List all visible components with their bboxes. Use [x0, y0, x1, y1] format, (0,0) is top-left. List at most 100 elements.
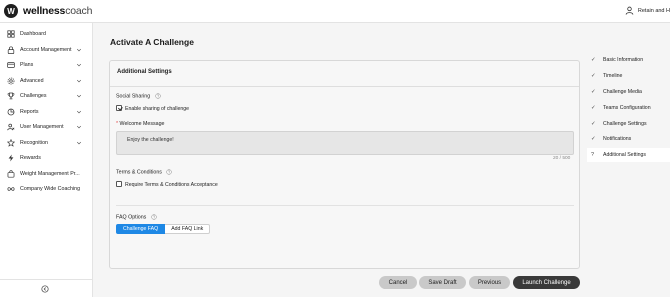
step-additional-settings[interactable]: ? Additional Settings [587, 147, 670, 162]
logo-text-bold: wellness [23, 5, 66, 17]
sidebar-item-label: Weight Management Pr... [20, 170, 80, 177]
check-icon: ✓ [591, 104, 596, 111]
step-basic-information[interactable]: ✓ Basic Information [587, 53, 670, 67]
step-teams-configuration[interactable]: ✓ Teams Configuration [587, 101, 670, 115]
sidebar-item-challenges[interactable]: Challenges [0, 89, 92, 103]
chevron-down-icon [76, 125, 82, 129]
info-icon[interactable] [155, 93, 161, 99]
sidebar-item-label: Plans [20, 62, 34, 68]
add-faq-link-option[interactable]: Add FAQ Link [165, 224, 211, 234]
character-counter: 20 / 500 [553, 156, 571, 161]
enable-sharing-label: Enable sharing of challenge [125, 105, 190, 112]
sidebar-item-recognition[interactable]: Recognition [0, 136, 92, 150]
step-label: Additional Settings [603, 151, 646, 158]
bag-icon [7, 169, 15, 178]
sidebar-item-rewards[interactable]: Rewards [0, 151, 92, 165]
terms-label: Terms & Conditions [116, 169, 173, 176]
chevron-down-icon [76, 141, 82, 144]
sidebar-item-label: Account Management [20, 46, 72, 53]
gear-icon [7, 77, 15, 84]
sidebar-item-advanced[interactable]: Advanced [0, 74, 92, 88]
challenge-faq-option[interactable]: Challenge FAQ [116, 224, 166, 234]
user-name: Retain and H [637, 7, 670, 14]
check-icon: ✓ [591, 73, 596, 79]
chart-icon [7, 108, 15, 115]
check-icon: ✓ [591, 57, 596, 63]
step-label: Basic Information [603, 57, 644, 63]
sidebar-footer [0, 279, 92, 297]
step-timeline[interactable]: ✓ Timeline [587, 69, 670, 83]
info-icon[interactable] [166, 169, 173, 175]
faq-options-label: FAQ Options [116, 214, 157, 220]
brand-logo[interactable]: W wellnesscoach [4, 4, 92, 18]
check-icon: ✓ [591, 89, 596, 95]
trophy-icon [7, 92, 15, 100]
sidebar-item-label: Reports [20, 108, 39, 115]
sidebar-item-label: Recognition [20, 139, 48, 146]
sidebar-item-user-management[interactable]: User Management [0, 120, 92, 134]
save-draft-button[interactable]: Save Draft [419, 276, 466, 289]
sidebar-item-label: Advanced [20, 77, 44, 84]
sidebar-item-label: Rewards [20, 155, 41, 161]
collapse-sidebar-icon[interactable] [41, 285, 49, 293]
logo-text-light: coach [65, 5, 93, 17]
star-icon [7, 138, 15, 147]
logo-text: wellnesscoach [23, 5, 92, 17]
enable-sharing-checkbox[interactable] [116, 105, 122, 111]
welcome-message-label-text: Welcome Message [119, 121, 165, 127]
step-label: Teams Configuration [603, 104, 651, 111]
faq-options-toggle: Challenge FAQ Add FAQ Link [116, 224, 211, 234]
step-challenge-media[interactable]: ✓ Challenge Media [587, 85, 670, 99]
logo-mark: W [4, 4, 18, 18]
sidebar: Dashboard Account Management Plans Advan… [0, 23, 93, 297]
social-sharing-label: Social Sharing [116, 93, 161, 99]
welcome-message-textarea[interactable]: Enjoy the challenge! [116, 131, 574, 155]
section-divider [116, 205, 574, 206]
user-menu[interactable]: Retain and H [625, 6, 670, 15]
sidebar-item-label: User Management [20, 124, 64, 130]
sidebar-item-weight-management[interactable]: Weight Management Pr... [0, 167, 92, 181]
question-icon: ? [591, 151, 595, 158]
sidebar-item-label: Company Wide Coaching [20, 186, 81, 192]
step-challenge-settings[interactable]: ✓ Challenge Settings [587, 117, 670, 131]
step-label: Notifications [603, 136, 632, 142]
info-icon[interactable] [151, 214, 157, 220]
chevron-down-icon [76, 110, 82, 113]
welcome-message-label: * Welcome Message [116, 121, 165, 127]
social-sharing-label-text: Social Sharing [116, 93, 151, 100]
lock-icon [7, 46, 15, 54]
chevron-down-icon [76, 94, 82, 98]
sidebar-item-label: Dashboard [20, 31, 46, 37]
card-icon [7, 62, 15, 68]
loop-icon [7, 187, 15, 191]
chevron-down-icon [76, 63, 82, 67]
sidebar-item-plans[interactable]: Plans [0, 58, 92, 72]
additional-settings-card: Additional Settings Social Sharing Enabl… [109, 60, 580, 269]
sidebar-item-label: Challenges [20, 93, 47, 99]
sidebar-item-dashboard[interactable]: Dashboard [0, 27, 92, 41]
page-title: Activate A Challenge [110, 37, 194, 47]
sidebar-item-account-management[interactable]: Account Management [0, 43, 92, 57]
top-bar: W wellnesscoach Retain and H [0, 0, 670, 23]
terms-label-text: Terms & Conditions [116, 169, 162, 176]
cancel-button[interactable]: Cancel [379, 276, 417, 289]
chevron-down-icon [76, 48, 82, 51]
faq-options-label-text: FAQ Options [116, 214, 147, 221]
check-icon: ✓ [591, 136, 596, 142]
check-icon: ✓ [591, 120, 596, 127]
sidebar-item-company-wide-coaching[interactable]: Company Wide Coaching [0, 182, 92, 196]
previous-button[interactable]: Previous [469, 276, 510, 289]
required-indicator: * [116, 121, 119, 127]
divider [110, 86, 579, 87]
step-notifications[interactable]: ✓ Notifications [587, 132, 670, 146]
launch-challenge-button[interactable]: Launch Challenge [513, 276, 580, 289]
sidebar-item-reports[interactable]: Reports [0, 105, 92, 119]
bolt-icon [8, 154, 14, 162]
require-terms-checkbox[interactable] [116, 181, 122, 187]
chevron-down-icon [76, 79, 82, 82]
require-terms-label: Require Terms & Conditions Acceptance [125, 181, 218, 188]
card-title: Additional Settings [117, 69, 172, 75]
step-label: Challenge Media [603, 89, 642, 95]
grid-icon [7, 30, 15, 38]
step-label: Timeline [603, 73, 623, 79]
